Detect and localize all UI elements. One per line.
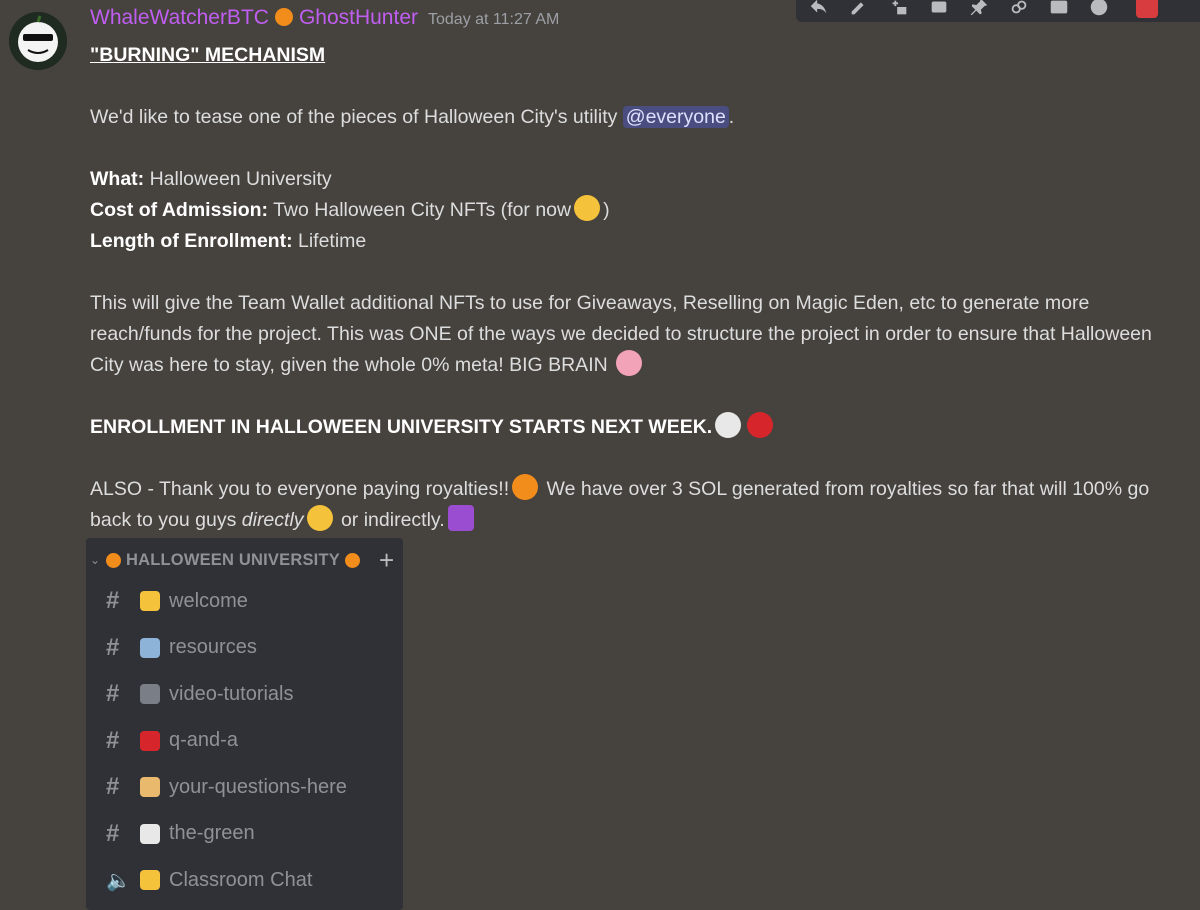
channel-item[interactable]: # resources: [106, 628, 257, 668]
author-name[interactable]: WhaleWatcherBTC: [90, 6, 269, 30]
reply-icon[interactable]: [808, 0, 830, 18]
intro-end: .: [728, 106, 735, 128]
nerd-face-icon: [140, 870, 160, 890]
channel-item[interactable]: # your-questions-here: [106, 767, 347, 807]
length-line: Length of Enrollment: Lifetime: [90, 226, 1180, 257]
channel-item[interactable]: # q-and-a: [106, 721, 238, 761]
also-line: ALSO - Thank you to everyone paying roya…: [90, 474, 1180, 536]
delete-icon[interactable]: [1136, 0, 1158, 18]
add-channel-icon[interactable]: +: [379, 547, 394, 573]
pin-icon[interactable]: [968, 0, 990, 18]
party-popper-emoji-icon[interactable]: [447, 505, 474, 531]
channel-name: welcome: [169, 589, 248, 612]
category-header[interactable]: ⌄ HALLOWEEN UNIVERSITY +: [86, 538, 403, 582]
enroll-text: ENROLLMENT IN HALLOWEEN UNIVERSITY START…: [90, 416, 713, 438]
message-toolbar: [796, 0, 1200, 22]
hash-icon: #: [106, 819, 120, 847]
add-reaction-icon[interactable]: [888, 0, 910, 18]
timestamp: Today at 11:27 AM: [428, 11, 560, 28]
hash-icon: #: [106, 680, 120, 707]
pumpkin-icon: [106, 552, 121, 568]
intro-text: We'd like to tease one of the pieces of …: [90, 106, 618, 128]
everyone-mention[interactable]: @everyone: [622, 106, 729, 128]
what-line: What: Halloween University: [90, 164, 1180, 195]
intro-line: We'd like to tease one of the pieces of …: [90, 102, 1180, 133]
raised-hand-icon: [140, 777, 160, 797]
brain-emoji-icon[interactable]: [616, 350, 643, 376]
what-value: Halloween University: [144, 168, 332, 190]
tv-icon: [140, 684, 160, 704]
cost-value: Two Halloween City NFTs (for now: [268, 199, 572, 221]
enroll-line: ENROLLMENT IN HALLOWEEN UNIVERSITY START…: [90, 412, 1180, 443]
cost-line: Cost of Admission: Two Halloween City NF…: [90, 195, 1180, 226]
channel-name: resources: [169, 636, 257, 658]
emoji-icon[interactable]: [1088, 0, 1110, 18]
channel-name: the-green: [169, 822, 255, 844]
channel-panel-embed: ⌄ HALLOWEEN UNIVERSITY + # welcome # resour…: [86, 538, 403, 910]
channel-item[interactable]: # the-green: [106, 814, 255, 854]
chevron-down-icon[interactable]: ⌄: [90, 553, 106, 567]
voice-channel-icon: 🔈: [106, 869, 131, 892]
author-name-suffix[interactable]: GhostHunter: [299, 6, 418, 30]
smirk-emoji-icon[interactable]: [574, 195, 601, 221]
channel-name: Classroom Chat: [169, 868, 313, 891]
id-icon[interactable]: [1048, 0, 1070, 18]
hash-icon: #: [106, 726, 120, 754]
paragraph: This will give the Team Wallet additiona…: [90, 288, 1180, 381]
also-text-3: or indirectly.: [335, 509, 445, 531]
ghost-emoji-icon[interactable]: [715, 412, 742, 438]
channel-name: q-and-a: [169, 729, 238, 751]
smirk-emoji-icon[interactable]: [306, 505, 333, 531]
what-label: What:: [90, 168, 145, 190]
star-icon: [140, 591, 160, 611]
speech-bubble-icon: [140, 823, 160, 844]
hash-icon: #: [106, 773, 120, 800]
avatar[interactable]: [9, 12, 67, 70]
folder-icon: [140, 637, 160, 658]
apple-emoji-icon[interactable]: [747, 412, 774, 438]
length-value: Lifetime: [292, 230, 367, 252]
channel-item[interactable]: # video-tutorials: [106, 674, 294, 714]
channel-item[interactable]: # welcome: [106, 581, 248, 621]
pumpkin-icon: [344, 552, 360, 568]
cost-end: ): [603, 199, 610, 221]
cost-label: Cost of Admission:: [90, 199, 269, 221]
hash-icon: #: [106, 633, 120, 661]
channel-name: your-questions-here: [169, 775, 347, 798]
hash-icon: #: [106, 587, 120, 614]
pumpkin-icon: [274, 8, 293, 26]
length-label: Length of Enrollment:: [90, 230, 293, 252]
link-icon[interactable]: [1008, 0, 1030, 18]
also-text-1: ALSO - Thank you to everyone paying roya…: [90, 478, 510, 500]
channel-name: video-tutorials: [169, 682, 294, 705]
channel-item[interactable]: 🔈 Classroom Chat: [106, 860, 312, 900]
edit-icon[interactable]: [848, 0, 870, 18]
apple-icon: [140, 730, 160, 751]
message-header: WhaleWatcherBTC GhostHunter Today at 11:…: [90, 6, 559, 34]
also-italic: directly: [241, 509, 304, 531]
message-title: "BURNING" MECHANISM: [90, 44, 326, 66]
fire-emoji-icon[interactable]: [512, 474, 539, 500]
thread-icon[interactable]: [928, 0, 950, 18]
message-body: "BURNING" MECHANISM We'd like to tease o…: [90, 40, 1180, 536]
category-name: HALLOWEEN UNIVERSITY: [126, 550, 340, 569]
